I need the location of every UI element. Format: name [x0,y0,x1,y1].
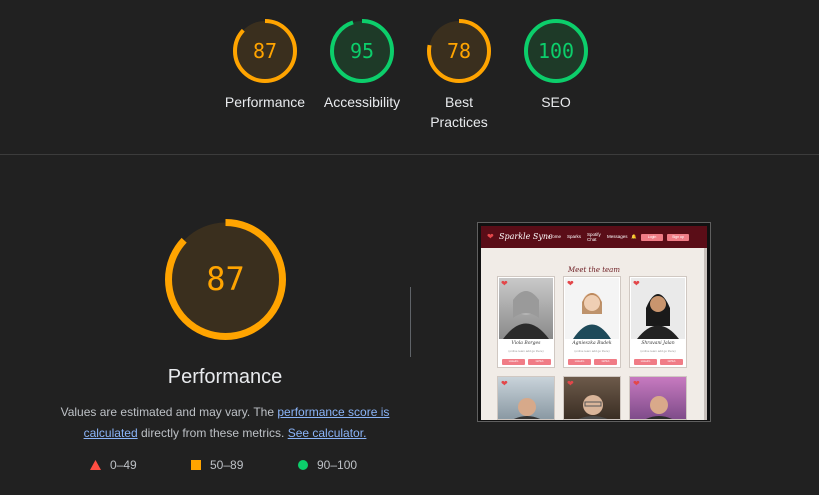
member-name: Shravani Jalan [641,341,675,346]
main-score: 87 [206,260,245,298]
heart-icon: ❤ [633,379,640,388]
vertical-divider [410,287,411,357]
gauge-ring: 87 [233,19,297,83]
bell-icon: 🔔 [631,234,637,239]
gauge-score: 95 [350,39,374,63]
square-icon [191,460,201,470]
section-divider [0,154,819,155]
member-note: (online team add go there) [508,349,544,353]
circle-icon [298,460,308,470]
thumb-heading: Meet the team [568,266,620,274]
heart-icon: ❤ [633,279,640,288]
gauge-ring: 95 [330,19,394,83]
thumb-mini-button: LinkedIn [568,359,591,365]
legend-fail: 0–49 [90,458,137,472]
legend-range: 90–100 [317,458,358,472]
heart-icon: ❤ [501,279,508,288]
thumb-member-card: ❤ Agnieszka Budek (online team add go th… [563,276,621,368]
thumb-mini-button: LinkedIn [634,359,657,365]
category-gauges: 87 Performance 95 Accessibility 78 Best … [0,0,819,155]
heart-icon: ❤ [567,279,574,288]
thumb-logo: Sparkle Sync [499,232,553,241]
member-name: Viola Borges [511,341,541,346]
thumb-member-card: ❤ [563,376,621,420]
gauge-label: SEO [541,94,571,110]
heart-icon: ❤ [501,379,508,388]
gauge-label: Accessibility [323,94,401,110]
thumb-member-card: ❤ [497,376,555,420]
see-calculator-link[interactable]: See calculator. [288,426,367,440]
member-note: (online team add go there) [640,349,676,353]
thumb-mini-button: GitHub [528,359,551,365]
gauge-performance[interactable]: 87 Performance [215,18,315,112]
thumb-navbar: ❤ Sparkle Sync Home Sparks Spotify Chat … [481,226,707,248]
thumb-mini-button: GitHub [660,359,683,365]
heart-icon: ❤ [487,232,494,241]
thumb-menu-item: Sparks [567,234,582,239]
member-note: (online team add go there) [574,349,610,353]
gauge-accessibility[interactable]: 95 Accessibility [312,18,412,112]
gauge-label: Best Practices [430,94,488,130]
thumb-mini-button: GitHub [594,359,617,365]
legend-pass: 90–100 [298,458,357,472]
gauge-ring: 100 [524,19,588,83]
performance-description: Values are estimated and may vary. The p… [55,402,395,444]
gauge-score: 87 [253,39,277,63]
triangle-icon [90,460,101,470]
member-name: Agnieszka Budek [572,341,612,346]
thumb-mini-button: LinkedIn [502,359,525,365]
performance-title: Performance [167,366,283,388]
thumb-scrollbar [704,248,707,420]
page-screenshot-thumbnail[interactable]: ❤ Sparkle Sync Home Sparks Spotify Chat … [477,222,711,422]
desc-middle: directly from these metrics. [137,426,288,440]
legend-average: 50–89 [191,458,243,472]
thumb-menu-item: Home [549,234,562,239]
legend-range: 0–49 [110,458,137,472]
thumb-menu-item: Spotify Chat [587,232,601,242]
thumb-member-card: ❤ Shravani Jalan (online team add go the… [629,276,687,368]
gauge-ring: 78 [427,19,491,83]
performance-main-gauge: 87 [165,219,286,340]
thumb-member-card: ❤ [629,376,687,420]
thumb-member-card: ❤ Viola Borges (online team add go there… [497,276,555,368]
thumbnail-page: ❤ Sparkle Sync Home Sparks Spotify Chat … [481,226,707,420]
gauge-seo[interactable]: 100 SEO [506,18,606,112]
desc-prefix: Values are estimated and may vary. The [60,405,278,419]
thumb-menu-item: Messages [607,234,628,239]
thumb-signup-button: Sign up [667,234,689,241]
gauge-score: 100 [538,39,574,63]
heart-icon: ❤ [567,379,574,388]
gauge-best-practices[interactable]: 78 Best Practices [409,18,509,132]
legend-range: 50–89 [210,458,244,472]
gauge-label: Performance [224,94,306,110]
gauge-score: 78 [447,39,471,63]
thumb-login-button: Login [641,234,663,241]
